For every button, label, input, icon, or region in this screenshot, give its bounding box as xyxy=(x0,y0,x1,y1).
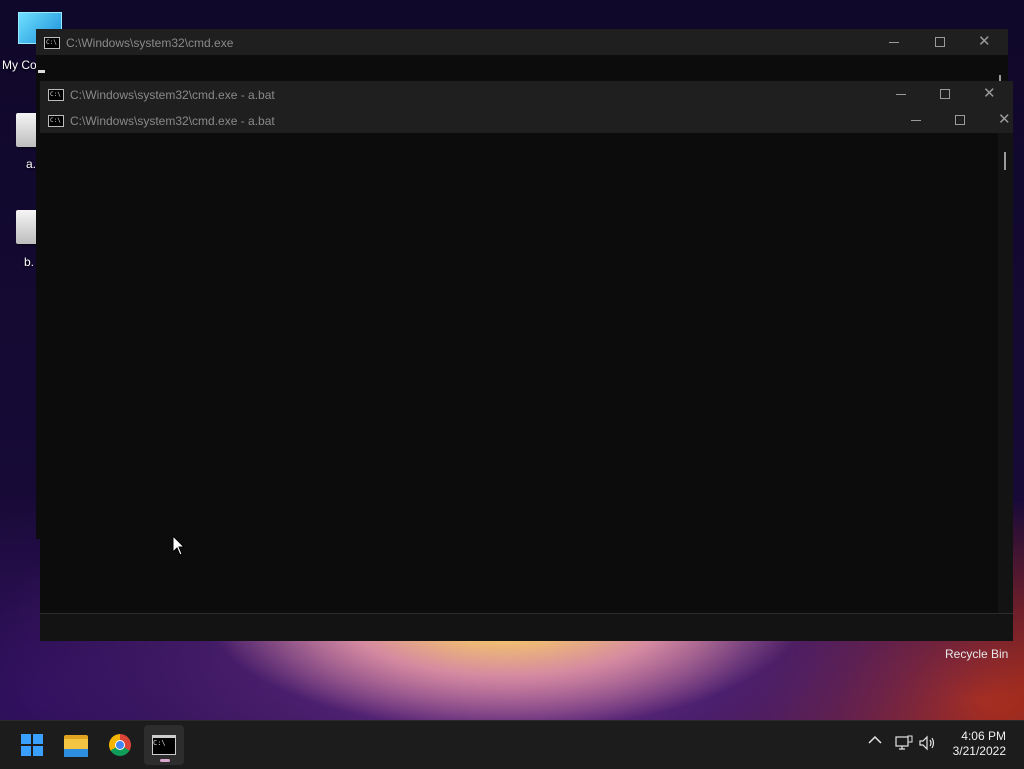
active-app-indicator xyxy=(160,759,170,762)
window-footer xyxy=(40,613,1013,614)
text-cursor xyxy=(38,70,45,73)
cmd-icon: C:\ xyxy=(152,735,176,755)
chevron-up-icon xyxy=(868,735,882,744)
window-title: C:\Windows\system32\cmd.exe xyxy=(66,36,234,50)
start-button[interactable] xyxy=(12,725,52,765)
maximize-button[interactable] xyxy=(923,81,967,107)
batch-file-icon xyxy=(16,210,38,244)
cmd-app-icon: C:\ xyxy=(48,115,64,127)
folder-icon xyxy=(64,735,88,757)
minimize-icon xyxy=(911,120,921,121)
taskbar-clock[interactable]: 4:06 PM 3/21/2022 xyxy=(940,729,1006,759)
tray-overflow-button[interactable] xyxy=(868,733,882,748)
network-button[interactable] xyxy=(895,735,913,754)
chrome-icon xyxy=(109,734,131,756)
recycle-bin-label[interactable]: Recycle Bin xyxy=(945,647,1008,661)
windows-start-icon xyxy=(21,734,43,756)
taskbar-chrome[interactable] xyxy=(100,725,140,765)
desktop-icon-label: b. xyxy=(24,255,35,269)
close-icon: ✕ xyxy=(998,110,1011,128)
desktop-icon-label: a. xyxy=(26,157,37,171)
mouse-pointer-icon xyxy=(172,535,186,556)
title-bar[interactable]: C:\ C:\Windows\system32\cmd.exe ✕ xyxy=(36,29,1008,55)
close-button[interactable]: ✕ xyxy=(969,81,1013,107)
clock-date: 3/21/2022 xyxy=(952,744,1006,758)
minimize-button[interactable] xyxy=(872,29,916,55)
close-button[interactable]: ✕ xyxy=(964,29,1008,55)
maximize-icon xyxy=(935,37,945,47)
scrollbar-thumb[interactable] xyxy=(1004,152,1006,170)
window-title: C:\Windows\system32\cmd.exe - a.bat xyxy=(70,88,275,102)
desktop-icon-a-bat[interactable]: a. xyxy=(0,105,40,175)
network-icon xyxy=(895,735,913,750)
taskbar-file-explorer[interactable] xyxy=(56,725,96,765)
maximize-button[interactable] xyxy=(918,29,962,55)
minimize-button[interactable] xyxy=(894,107,938,133)
maximize-icon xyxy=(955,115,965,125)
close-icon: ✕ xyxy=(978,32,991,50)
minimize-icon xyxy=(896,94,906,95)
volume-button[interactable] xyxy=(919,735,937,754)
close-button[interactable]: ✕ xyxy=(984,107,1024,133)
minimize-icon xyxy=(889,42,899,43)
desktop-icon-b-bat[interactable]: b. xyxy=(0,205,40,275)
cmd-app-icon: C:\ xyxy=(44,37,60,49)
minimize-button[interactable] xyxy=(879,81,923,107)
title-bar[interactable]: C:\ C:\Windows\system32\cmd.exe - a.bat … xyxy=(40,81,1013,107)
window-title: C:\Windows\system32\cmd.exe - a.bat xyxy=(70,114,275,128)
batch-file-icon xyxy=(16,113,38,147)
volume-icon xyxy=(919,735,935,751)
title-bar[interactable]: C:\ C:\Windows\system32\cmd.exe - a.bat … xyxy=(40,107,1013,133)
cmd-app-icon: C:\ xyxy=(48,89,64,101)
clock-time: 4:06 PM xyxy=(961,729,1006,743)
desktop-icon-my-computer[interactable]: My Co xyxy=(0,0,62,80)
desktop-icon-label: My Co xyxy=(2,58,37,72)
maximize-button[interactable] xyxy=(938,107,982,133)
maximize-icon xyxy=(940,89,950,99)
close-icon: ✕ xyxy=(983,84,996,102)
